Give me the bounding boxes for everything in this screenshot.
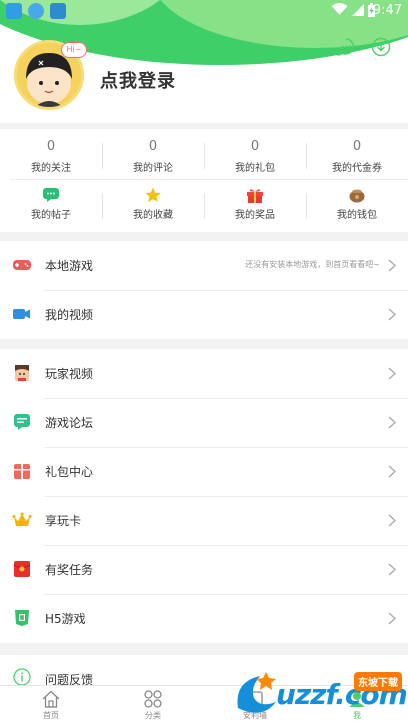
chevron-right-icon	[388, 259, 396, 272]
gamepad-icon	[13, 260, 31, 270]
chevron-right-icon	[388, 514, 396, 527]
stat-comments[interactable]: 0 我的评论	[102, 129, 204, 177]
chevron-right-icon	[388, 563, 396, 576]
tab-home[interactable]: 首页	[0, 686, 102, 727]
notification-app-icon	[6, 3, 22, 19]
quick-my-prizes[interactable]: 我的奖品	[204, 187, 306, 227]
menu-label: 游戏论坛	[45, 416, 94, 430]
quick-label: 我的奖品	[235, 210, 275, 221]
menu-label: H5游戏	[45, 612, 86, 626]
forum-icon	[14, 414, 30, 430]
stat-count: 0	[250, 139, 260, 154]
home-icon	[42, 690, 60, 708]
menu-group-games: 本地游戏 还没有安装本地游戏，到首页看看吧~ 我的视频	[0, 241, 408, 339]
menu-label: 玩家视频	[45, 367, 94, 381]
category-icon	[144, 690, 162, 708]
watermark-badge: 东坡下载	[354, 672, 402, 691]
player-avatar-icon	[15, 365, 29, 381]
menu-label: 有奖任务	[45, 563, 94, 577]
message-icon[interactable]	[336, 37, 356, 57]
red-envelope-icon	[13, 561, 31, 577]
chevron-right-icon	[388, 465, 396, 478]
menu-my-videos[interactable]: 我的视频	[0, 290, 408, 339]
stat-label: 我的评论	[133, 163, 173, 174]
download-icon[interactable]	[371, 37, 391, 57]
menu-label: 礼包中心	[45, 465, 94, 479]
quick-label: 我的钱包	[337, 210, 377, 221]
chevron-right-icon	[388, 367, 396, 380]
stat-gift-packs[interactable]: 0 我的礼包	[204, 129, 306, 177]
stat-count: 0	[46, 139, 56, 154]
menu-game-forum[interactable]: 游戏论坛	[0, 398, 408, 447]
menu-label: 享玩卡	[45, 514, 82, 528]
menu-reward-tasks[interactable]: 有奖任务	[0, 545, 408, 594]
tab-label: 分类	[145, 711, 161, 720]
video-camera-icon	[13, 309, 30, 319]
quick-label: 我的帖子	[31, 210, 71, 221]
stat-count: 0	[148, 139, 158, 154]
site-watermark: uzzf.com 东坡下载	[228, 664, 408, 724]
notification-sync-icon	[28, 3, 44, 19]
stat-label: 我的代金券	[332, 163, 382, 174]
info-icon	[13, 668, 31, 685]
chevron-right-icon	[388, 612, 396, 625]
menu-label: 我的视频	[45, 308, 94, 322]
watermark-logo-icon	[237, 672, 276, 713]
gift-box-icon	[14, 464, 30, 479]
star-icon	[145, 187, 161, 202]
login-link[interactable]: 点我登录	[100, 67, 176, 93]
gift-icon	[247, 189, 263, 203]
divider	[10, 179, 408, 180]
chat-bubble-icon	[43, 188, 59, 202]
tab-label: 首页	[43, 711, 59, 720]
menu-player-videos[interactable]: 玩家视频	[0, 349, 408, 398]
stat-label: 我的关注	[31, 163, 71, 174]
menu-group-features: 玩家视频 游戏论坛 礼包中心 享玩卡 有奖任务 H5游戏	[0, 349, 408, 643]
profile-header: 9:47 Hi~ 点我登录	[0, 0, 408, 123]
menu-hint: 还没有安装本地游戏，到首页看看吧~	[245, 260, 380, 269]
menu-h5-games[interactable]: H5游戏	[0, 594, 408, 643]
status-time: 9:47	[372, 3, 402, 18]
quick-my-posts[interactable]: 我的帖子	[0, 187, 102, 227]
wifi-icon	[331, 3, 348, 15]
chevron-right-icon	[388, 308, 396, 321]
crown-icon	[12, 512, 32, 526]
signal-icon	[352, 4, 364, 16]
chevron-right-icon	[388, 416, 396, 429]
wallet-icon	[349, 189, 365, 203]
menu-label: 问题反馈	[45, 673, 94, 685]
stat-label: 我的礼包	[235, 163, 275, 174]
menu-play-card[interactable]: 享玩卡	[0, 496, 408, 545]
stat-vouchers[interactable]: 0 我的代金券	[306, 129, 408, 177]
quick-my-favorites[interactable]: 我的收藏	[102, 187, 204, 227]
menu-label: 本地游戏	[45, 259, 94, 273]
stats-panel: 0 我的关注 0 我的评论 0 我的礼包 0 我的代金券 我的帖子 我的收藏 我…	[0, 129, 408, 232]
status-bar: 9:47	[0, 0, 408, 22]
stat-count: 0	[352, 139, 362, 154]
avatar-hi-bubble: Hi~	[61, 42, 87, 58]
menu-local-games[interactable]: 本地游戏 还没有安装本地游戏，到首页看看吧~	[0, 241, 408, 290]
notification-game-icon	[50, 3, 66, 19]
stat-following[interactable]: 0 我的关注	[0, 129, 102, 177]
quick-label: 我的收藏	[133, 210, 173, 221]
quick-my-wallet[interactable]: 我的钱包	[306, 187, 408, 227]
menu-gift-center[interactable]: 礼包中心	[0, 447, 408, 496]
tab-category[interactable]: 分类	[102, 686, 204, 727]
h5-icon	[15, 610, 29, 626]
